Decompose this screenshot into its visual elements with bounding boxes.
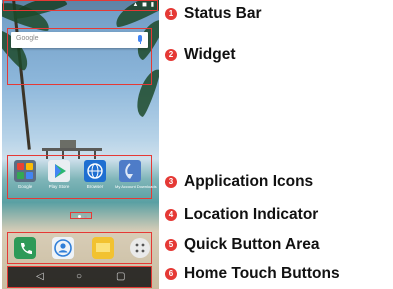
callout-label: Status Bar bbox=[184, 5, 262, 22]
home-touch-buttons: ◁ ○ ▢ bbox=[7, 266, 152, 288]
status-bar-highlight bbox=[3, 0, 158, 11]
application-icons: Google Play Store Browser My Account Dow… bbox=[7, 155, 157, 199]
callout-label: Home Touch Buttons bbox=[184, 265, 340, 282]
app-play-store[interactable]: Play Store bbox=[44, 160, 74, 189]
callout-number: 4 bbox=[165, 209, 177, 221]
back-icon[interactable]: ◁ bbox=[36, 271, 44, 283]
quick-button-area bbox=[7, 232, 152, 264]
callout-number: 1 bbox=[165, 8, 177, 20]
google-search-bar[interactable]: Google bbox=[11, 32, 148, 48]
app-my-account[interactable]: My Account Downloads bbox=[115, 160, 157, 189]
browser-globe-icon bbox=[84, 160, 106, 182]
app-label: My Account Downloads bbox=[115, 184, 157, 189]
download-icon bbox=[119, 160, 141, 182]
callout-number: 6 bbox=[165, 268, 177, 280]
callout-widget: 2 Widget bbox=[165, 46, 236, 64]
app-browser[interactable]: Browser bbox=[80, 160, 110, 189]
phone-screen: ▲ ◼ ▮ Google Google Play Store Browser M… bbox=[2, 0, 159, 289]
callout-number: 5 bbox=[165, 239, 177, 251]
callout-label: Application Icons bbox=[184, 173, 314, 190]
contacts-icon[interactable] bbox=[52, 237, 74, 259]
messaging-icon[interactable] bbox=[92, 237, 114, 259]
widget[interactable]: Google bbox=[7, 28, 152, 85]
app-label: Play Store bbox=[48, 184, 70, 189]
app-google[interactable]: Google bbox=[10, 160, 40, 189]
app-label: Google bbox=[17, 184, 33, 189]
play-store-icon bbox=[48, 160, 70, 182]
location-indicator[interactable] bbox=[70, 212, 92, 219]
app-label: Browser bbox=[86, 184, 104, 189]
home-icon[interactable]: ○ bbox=[76, 271, 82, 283]
callout-number: 3 bbox=[165, 176, 177, 188]
search-placeholder: Google bbox=[16, 35, 39, 42]
callout-label: Quick Button Area bbox=[184, 236, 320, 253]
google-folder-icon bbox=[14, 160, 36, 182]
callout-application-icons: 3 Application Icons bbox=[165, 173, 313, 191]
callout-home-touch-buttons: 6 Home Touch Buttons bbox=[165, 265, 340, 283]
callout-status-bar: 1 Status Bar bbox=[165, 5, 262, 23]
callout-label: Widget bbox=[184, 46, 236, 63]
phone-icon[interactable] bbox=[14, 237, 36, 259]
callout-quick-button-area: 5 Quick Button Area bbox=[165, 236, 320, 254]
page-dot-active bbox=[78, 215, 81, 218]
recents-icon[interactable]: ▢ bbox=[116, 271, 125, 283]
mic-icon[interactable] bbox=[138, 35, 142, 44]
callout-label: Location Indicator bbox=[184, 206, 319, 223]
callout-number: 2 bbox=[165, 49, 177, 61]
apps-icon[interactable] bbox=[129, 237, 151, 259]
page-dot bbox=[84, 215, 87, 218]
callout-location-indicator: 4 Location Indicator bbox=[165, 206, 318, 224]
